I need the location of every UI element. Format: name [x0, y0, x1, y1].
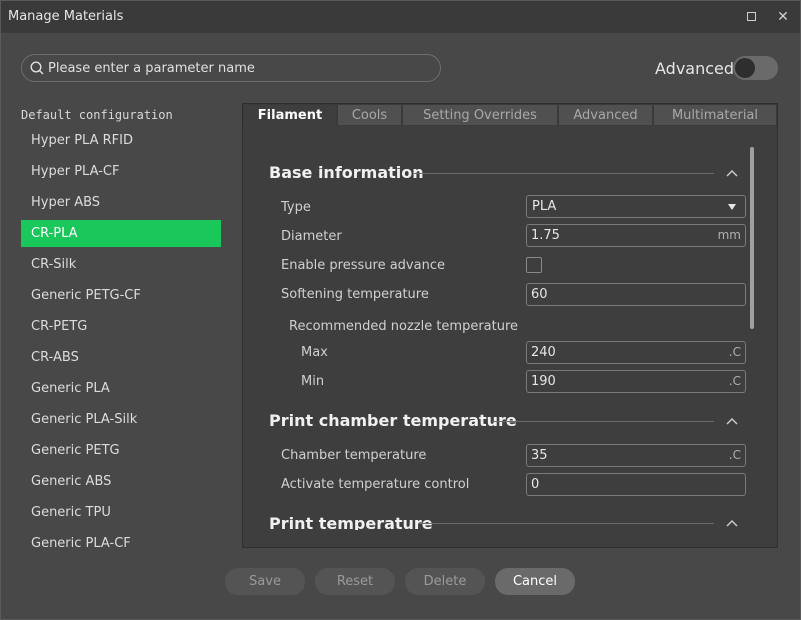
- manage-materials-window: Manage Materials ✕ Advanced Default conf…: [0, 0, 801, 620]
- softening-temperature-input[interactable]: [531, 286, 711, 303]
- advanced-toggle[interactable]: [733, 56, 778, 80]
- tab-bar: Filament Cools Setting Overrides Advance…: [243, 104, 777, 126]
- tab-cools[interactable]: Cools: [337, 104, 402, 126]
- advanced-label: Advanced: [655, 59, 735, 78]
- nozzle-temperature-group-label: Recommended nozzle temperature: [289, 319, 519, 334]
- collapse-chevron-icon[interactable]: [725, 518, 739, 528]
- type-value: PLA: [532, 199, 557, 214]
- material-item[interactable]: Hyper PLA RFID: [21, 127, 221, 154]
- chamber-temperature-field[interactable]: .C: [526, 444, 746, 467]
- material-item[interactable]: Hyper PLA-CF: [21, 158, 221, 185]
- section-divider: [492, 421, 714, 422]
- section-divider: [418, 523, 714, 524]
- window-title: Manage Materials: [8, 9, 124, 24]
- max-label: Max: [301, 345, 328, 360]
- type-label: Type: [281, 200, 311, 215]
- diameter-field[interactable]: mm: [526, 224, 746, 247]
- dropdown-arrow-icon: [728, 204, 736, 210]
- tab-setting-overrides[interactable]: Setting Overrides: [402, 104, 558, 126]
- chamber-temperature-section-title: Print chamber temperature: [269, 411, 517, 430]
- temperature-unit: .C: [728, 448, 741, 462]
- material-item[interactable]: CR-Silk: [21, 251, 221, 278]
- material-item[interactable]: CR-ABS: [21, 344, 221, 371]
- close-icon: ✕: [777, 9, 789, 25]
- diameter-label: Diameter: [281, 229, 342, 244]
- activate-temperature-control-input[interactable]: [531, 476, 711, 493]
- material-item[interactable]: Generic PLA-Silk: [21, 406, 221, 433]
- activate-temperature-control-label: Activate temperature control: [281, 477, 470, 492]
- print-temperature-section-title: Print temperature: [269, 514, 433, 530]
- cancel-button[interactable]: Cancel: [495, 568, 575, 595]
- material-item[interactable]: Generic ABS: [21, 468, 221, 495]
- material-list: Hyper PLA RFID Hyper PLA-CF Hyper ABS CR…: [21, 127, 221, 549]
- panel-scrollbar[interactable]: [750, 147, 754, 329]
- search-icon: [30, 61, 44, 75]
- material-item[interactable]: Hyper ABS: [21, 189, 221, 216]
- delete-button[interactable]: Delete: [405, 568, 485, 595]
- tab-filament[interactable]: Filament: [243, 104, 337, 126]
- diameter-input[interactable]: [531, 227, 711, 244]
- softening-temperature-label: Softening temperature: [281, 287, 429, 302]
- close-button[interactable]: ✕: [773, 7, 793, 27]
- pressure-advance-checkbox[interactable]: [526, 257, 542, 273]
- print-temperature-clip: Print temperature: [261, 511, 751, 530]
- min-label: Min: [301, 374, 325, 389]
- chamber-temperature-input[interactable]: [531, 447, 711, 464]
- pressure-advance-label: Enable pressure advance: [281, 258, 445, 273]
- material-item-selected[interactable]: CR-PLA: [21, 220, 221, 247]
- collapse-chevron-icon[interactable]: [725, 416, 739, 426]
- search-box[interactable]: [21, 54, 441, 82]
- min-temperature-input[interactable]: [531, 373, 711, 390]
- chamber-temperature-label: Chamber temperature: [281, 448, 427, 463]
- material-item[interactable]: Generic PETG: [21, 437, 221, 464]
- tab-multimaterial[interactable]: Multimaterial: [653, 104, 777, 126]
- temperature-unit: .C: [728, 374, 741, 388]
- save-button[interactable]: Save: [225, 568, 305, 595]
- maximize-button[interactable]: [741, 7, 761, 27]
- reset-button[interactable]: Reset: [315, 568, 395, 595]
- activate-temperature-control-field[interactable]: [526, 473, 746, 496]
- material-item[interactable]: Generic PLA-CF: [21, 530, 221, 549]
- type-select[interactable]: PLA: [526, 195, 746, 218]
- min-temperature-field[interactable]: .C: [526, 370, 746, 393]
- collapse-chevron-icon[interactable]: [725, 168, 739, 178]
- maximize-icon: [746, 12, 756, 21]
- material-item[interactable]: CR-PETG: [21, 313, 221, 340]
- base-information-title: Base information: [269, 163, 424, 182]
- title-bar: Manage Materials ✕: [1, 1, 800, 33]
- tab-advanced[interactable]: Advanced: [558, 104, 653, 126]
- max-temperature-input[interactable]: [531, 344, 711, 361]
- section-divider: [414, 173, 714, 174]
- softening-temperature-field[interactable]: [526, 283, 746, 306]
- material-item[interactable]: Generic PETG-CF: [21, 282, 221, 309]
- diameter-unit: mm: [717, 228, 741, 242]
- temperature-unit: .C: [728, 345, 741, 359]
- material-item[interactable]: Generic PLA: [21, 375, 221, 402]
- default-configuration-header: Default configuration: [21, 108, 173, 122]
- toggle-knob: [735, 58, 755, 78]
- material-item[interactable]: Generic TPU: [21, 499, 221, 526]
- max-temperature-field[interactable]: .C: [526, 341, 746, 364]
- search-input[interactable]: [48, 58, 428, 78]
